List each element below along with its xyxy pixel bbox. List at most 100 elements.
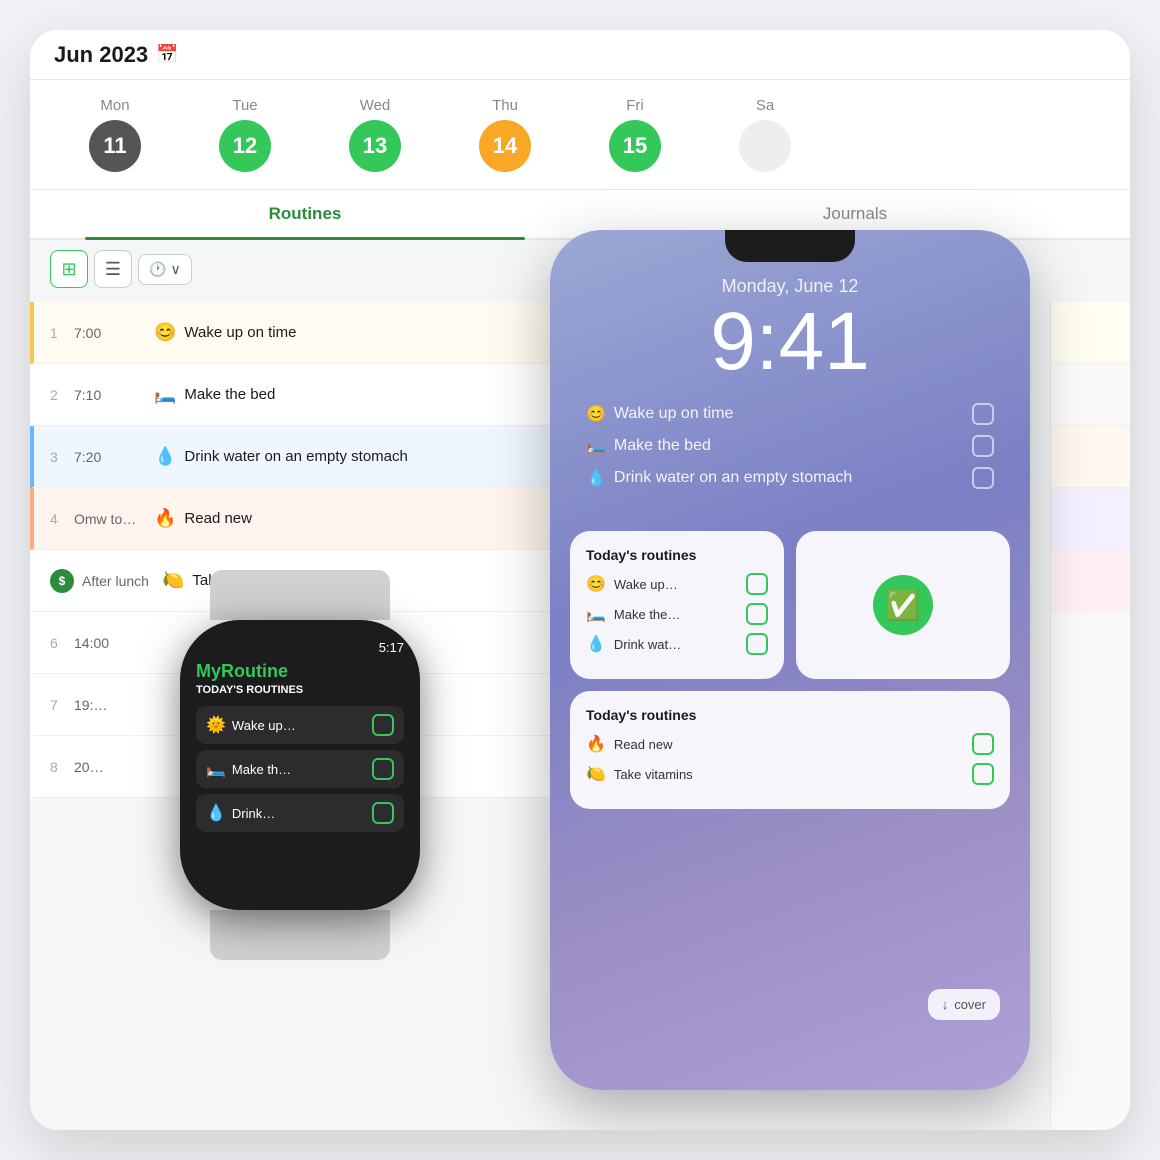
lock-check-2[interactable]	[972, 435, 994, 457]
cover-icon: ↓	[942, 997, 949, 1012]
row-time-3: 7:20	[74, 449, 154, 465]
widget1-check-1[interactable]	[746, 573, 768, 595]
watch-row-3[interactable]: 💧 Drink…	[196, 794, 404, 832]
watch-check-3[interactable]	[372, 802, 394, 824]
row-num-7: 7	[50, 697, 74, 713]
day-fri[interactable]: Fri 15	[570, 97, 700, 172]
app-header: Jun 2023 📅	[30, 30, 1130, 80]
phone-lock-row-1: 😊 Wake up on time	[586, 403, 994, 425]
day-sa[interactable]: Sa	[700, 97, 830, 172]
row-emoji-1: 😊	[154, 322, 176, 343]
day-wed-circle[interactable]: 13	[349, 120, 401, 172]
row-time-2: 7:10	[74, 387, 154, 403]
widget2-row-1: 🔥 Read new	[586, 733, 994, 755]
watch-task-1: Wake up…	[232, 718, 372, 733]
right-col	[1050, 302, 1130, 1130]
routine-row-2[interactable]: 2 7:10 🛏️ Make the bed	[30, 364, 550, 426]
lock-text-1: Wake up on time	[614, 405, 972, 423]
right-row-2	[1051, 364, 1130, 426]
widget-card-2: Today's routines 🔥 Read new 🍋 Take vitam…	[570, 691, 1010, 809]
row-num-5: $	[50, 569, 74, 593]
row-time-6: 14:00	[74, 635, 154, 651]
lock-text-2: Make the bed	[614, 437, 972, 455]
day-fri-label: Fri	[626, 97, 644, 114]
tab-routines[interactable]: Routines	[30, 190, 580, 238]
phone-notch	[725, 230, 855, 262]
phone-widgets: Today's routines 😊 Wake up… 🛏️ Make the…	[550, 519, 1030, 821]
lock-text-3: Drink water on an empty stomach	[614, 469, 972, 487]
grid-icon: ⊞	[61, 259, 76, 280]
watch-body: 5:17 MyRoutine TODAY'S ROUTINES 🌞 Wake u…	[180, 620, 420, 910]
grid-view-button[interactable]: ⊞	[50, 250, 88, 288]
widget-logo-card: ✅	[796, 531, 1010, 679]
day-mon[interactable]: Mon 11	[50, 97, 180, 172]
widget1-check-3[interactable]	[746, 633, 768, 655]
day-thu-circle[interactable]: 14	[479, 120, 531, 172]
clock-icon: 🕐	[149, 261, 166, 278]
day-sa-circle[interactable]	[739, 120, 791, 172]
widget1-title: Today's routines	[586, 547, 768, 563]
phone-lock-row-2: 🛏️ Make the bed	[586, 435, 994, 457]
sort-label: ∨	[170, 261, 180, 278]
lock-check-3[interactable]	[972, 467, 994, 489]
watch-band-bottom	[210, 910, 390, 960]
day-tue-circle[interactable]: 12	[219, 120, 271, 172]
routine-row-4[interactable]: 4 Omw to… 🔥 Read new	[30, 488, 550, 550]
day-tue-label: Tue	[232, 97, 257, 114]
widget1-emoji-2: 🛏️	[586, 604, 606, 624]
row-emoji-3: 💧	[154, 446, 176, 467]
right-row-5	[1051, 550, 1130, 612]
watch-container: 5:17 MyRoutine TODAY'S ROUTINES 🌞 Wake u…	[150, 570, 450, 950]
watch-check-2[interactable]	[372, 758, 394, 780]
row-num-6: 6	[50, 635, 74, 651]
day-mon-circle[interactable]: 11	[89, 120, 141, 172]
widget2-emoji-2: 🍋	[586, 764, 606, 784]
watch-row-1[interactable]: 🌞 Wake up…	[196, 706, 404, 744]
row-emoji-4: 🔥	[154, 508, 176, 529]
day-thu[interactable]: Thu 14	[440, 97, 570, 172]
row-task-2: Make the bed	[184, 386, 534, 403]
widget-logo: ✅	[873, 575, 933, 635]
list-icon: ☰	[105, 259, 121, 280]
watch-task-2: Make th…	[232, 762, 372, 777]
widget1-text-2: Make the…	[614, 607, 738, 622]
day-fri-circle[interactable]: 15	[609, 120, 661, 172]
list-view-button[interactable]: ☰	[94, 250, 132, 288]
watch-row-2[interactable]: 🛏️ Make th…	[196, 750, 404, 788]
watch-check-1[interactable]	[372, 714, 394, 736]
widget2-check-2[interactable]	[972, 763, 994, 785]
right-row-4	[1051, 488, 1130, 550]
widget1-row-3: 💧 Drink wat…	[586, 633, 768, 655]
widget2-title: Today's routines	[586, 707, 994, 723]
watch-app-title: MyRoutine	[196, 661, 404, 682]
sort-button[interactable]: 🕐 ∨	[138, 254, 192, 285]
routine-row-3[interactable]: 3 7:20 💧 Drink water on an empty stomach	[30, 426, 550, 488]
phone-lock-items: 😊 Wake up on time 🛏️ Make the bed 💧 Drin…	[550, 383, 1030, 519]
day-thu-label: Thu	[492, 97, 518, 114]
row-time-1: 7:00	[74, 325, 154, 341]
day-wed[interactable]: Wed 13	[310, 97, 440, 172]
checkmark-icon: ✅	[886, 589, 921, 622]
phone-lock-row-3: 💧 Drink water on an empty stomach	[586, 467, 994, 489]
lock-emoji-3: 💧	[586, 468, 606, 488]
row-task-1: Wake up on time	[184, 324, 534, 341]
widget1-row-1: 😊 Wake up…	[586, 573, 768, 595]
app-container: Jun 2023 📅 Mon 11 Tue 12 Wed 13 Thu 14 F…	[30, 30, 1130, 1130]
lock-check-1[interactable]	[972, 403, 994, 425]
widget-row-pair-1: Today's routines 😊 Wake up… 🛏️ Make the…	[570, 531, 1010, 679]
widget2-check-1[interactable]	[972, 733, 994, 755]
watch-emoji-2: 🛏️	[206, 759, 226, 779]
routine-row-1[interactable]: 1 7:00 😊 Wake up on time	[30, 302, 550, 364]
cover-button[interactable]: ↓ cover	[928, 989, 1000, 1020]
lock-emoji-1: 😊	[586, 404, 606, 424]
row-task-3: Drink water on an empty stomach	[184, 448, 534, 465]
widget1-emoji-1: 😊	[586, 574, 606, 594]
widget1-text-1: Wake up…	[614, 577, 738, 592]
watch-band-top	[210, 570, 390, 620]
row-num-8: 8	[50, 759, 74, 775]
row-num-1: 1	[50, 325, 74, 341]
day-mon-label: Mon	[100, 97, 129, 114]
widget2-text-2: Take vitamins	[614, 767, 964, 782]
widget1-check-2[interactable]	[746, 603, 768, 625]
day-tue[interactable]: Tue 12	[180, 97, 310, 172]
